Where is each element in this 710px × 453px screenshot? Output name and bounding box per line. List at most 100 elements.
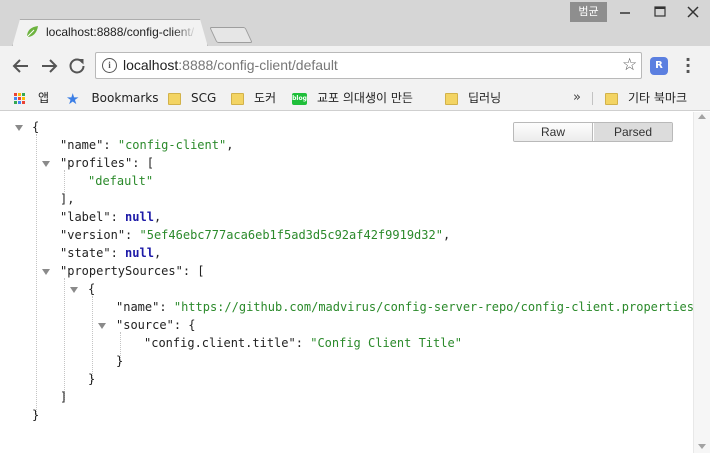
json-value-string: 5ef46ebc777aca6eb1f5ad3d5c92af42f9919d32 bbox=[146, 228, 436, 242]
bookmark-label: 도커 bbox=[254, 91, 277, 105]
json-key: label bbox=[67, 210, 104, 224]
raw-button[interactable]: Raw bbox=[514, 123, 593, 141]
reload-button[interactable] bbox=[68, 57, 86, 75]
json-row-profiles: "profiles": [ bbox=[60, 156, 154, 170]
json-open-brace: { bbox=[32, 120, 40, 134]
tab-title: localhost:8888/config-client/default bbox=[46, 25, 194, 39]
minimize-icon bbox=[620, 12, 630, 14]
bookmark-docker[interactable]: 도커 bbox=[231, 89, 276, 107]
collapse-arrow-icon[interactable] bbox=[98, 323, 106, 329]
json-value-string: default bbox=[95, 174, 146, 188]
reload-icon bbox=[69, 58, 85, 74]
json-viewer: Raw Parsed { "name": "config-client", "p… bbox=[0, 112, 710, 453]
json-key: propertySources bbox=[67, 264, 176, 278]
folder-icon bbox=[605, 92, 618, 105]
forward-icon bbox=[42, 59, 58, 73]
collapse-arrow-icon[interactable] bbox=[42, 161, 50, 167]
browser-toolbar: i localhost:8888/config-client/default ☆… bbox=[0, 46, 710, 85]
json-key: config.client.title bbox=[151, 336, 289, 350]
json-row-version: "version": "5ef46ebc777aca6eb1f5ad3d5c92… bbox=[60, 228, 451, 242]
json-row-name: "name": "config-client", bbox=[60, 138, 234, 152]
json-row-config-title: "config.client.title": "Config Client Ti… bbox=[144, 336, 462, 350]
json-value-string: Config Client Title bbox=[317, 336, 455, 350]
info-icon[interactable]: i bbox=[102, 58, 117, 73]
json-row-source-name: "name": "https://github.com/madvirus/con… bbox=[116, 300, 708, 314]
folder-icon bbox=[231, 92, 244, 105]
bookmark-other[interactable]: 기타 북마크 bbox=[605, 89, 687, 107]
bookmark-label: 기타 북마크 bbox=[628, 91, 688, 105]
json-close-bracket: ] bbox=[60, 390, 68, 404]
browser-tab[interactable]: localhost:8888/config-client/default bbox=[12, 19, 208, 47]
collapse-arrow-icon[interactable] bbox=[70, 287, 78, 293]
folder-icon bbox=[168, 92, 181, 105]
close-button[interactable] bbox=[676, 2, 710, 22]
scroll-down-icon[interactable] bbox=[698, 444, 706, 449]
url-path: :8888/config-client/default bbox=[178, 57, 338, 73]
bookmark-scg[interactable]: SCG bbox=[168, 89, 216, 107]
json-close-brace: } bbox=[116, 354, 124, 368]
title-bar: localhost:8888/config-client/default 범균 bbox=[0, 0, 710, 47]
bookmark-label: 교포 의대생이 만든 bbox=[317, 91, 413, 105]
close-icon bbox=[687, 6, 699, 18]
indent-guide bbox=[64, 278, 65, 400]
url-text[interactable]: localhost:8888/config-client/default bbox=[123, 57, 338, 73]
json-close-brace: } bbox=[88, 372, 96, 386]
json-value-null: null bbox=[125, 210, 154, 224]
ime-indicator: 범균 bbox=[570, 2, 607, 22]
parsed-button[interactable]: Parsed bbox=[594, 123, 672, 141]
bookmark-apps-label: 앱 bbox=[38, 91, 50, 105]
bookmark-label: Bookmarks bbox=[91, 91, 159, 105]
json-row-state: "state": null, bbox=[60, 246, 162, 260]
scroll-up-icon[interactable] bbox=[698, 114, 706, 119]
leaf-favicon bbox=[26, 26, 38, 38]
json-row-label: "label": null, bbox=[60, 210, 162, 224]
json-value-string: https://github.com/madvirus/config-serve… bbox=[181, 300, 695, 314]
json-key: name bbox=[123, 300, 153, 314]
url-host: localhost bbox=[123, 57, 179, 73]
bookmark-deeplearning[interactable]: 딥러닝 bbox=[445, 89, 501, 107]
bookmark-apps[interactable]: 앱 bbox=[14, 89, 49, 107]
forward-button[interactable] bbox=[40, 57, 58, 75]
folder-icon bbox=[445, 92, 458, 105]
json-close-brace: } bbox=[32, 408, 40, 422]
bookmark-blog[interactable]: blog 교포 의대생이 만든 bbox=[292, 89, 413, 107]
json-row-property-sources: "propertySources": [ bbox=[60, 264, 205, 278]
json-value-null: null bbox=[125, 246, 154, 260]
star-icon[interactable]: ☆ bbox=[622, 55, 637, 75]
bookmarks-overflow-button[interactable]: » bbox=[573, 89, 581, 107]
view-toggle: Raw Parsed bbox=[513, 122, 673, 142]
json-row-source: "source": { bbox=[116, 318, 196, 332]
bookmark-label: 딥러닝 bbox=[468, 91, 502, 105]
collapse-arrow-icon[interactable] bbox=[42, 269, 50, 275]
blog-icon: blog bbox=[292, 92, 307, 105]
bookmarks-bar: 앱 ★ Bookmarks SCG 도커 blog 교포 의대생이 만든 딥러닝 »… bbox=[0, 85, 710, 111]
json-close-bracket: ], bbox=[60, 192, 75, 206]
menu-icon[interactable]: · · · bbox=[683, 52, 693, 80]
tab-title-fade bbox=[173, 23, 197, 41]
json-key: state bbox=[67, 246, 104, 260]
bookmark-star-icon: ★ bbox=[66, 89, 80, 108]
ext-r-icon[interactable]: R bbox=[650, 57, 668, 75]
back-icon bbox=[12, 59, 28, 73]
json-row-profile-item: "default" bbox=[88, 174, 154, 188]
vertical-scrollbar[interactable] bbox=[693, 112, 710, 453]
collapse-arrow-icon[interactable] bbox=[15, 125, 23, 131]
indent-guide bbox=[64, 170, 65, 192]
json-value-string: config-client bbox=[125, 138, 219, 152]
back-button[interactable] bbox=[12, 57, 30, 75]
json-key: name bbox=[67, 138, 97, 152]
json-open-brace: { bbox=[88, 282, 96, 296]
json-key: source bbox=[123, 318, 167, 332]
indent-guide bbox=[36, 134, 37, 416]
json-key: version bbox=[67, 228, 118, 242]
maximize-icon bbox=[654, 6, 666, 17]
bookmarks-separator bbox=[592, 92, 593, 105]
address-bar[interactable]: i localhost:8888/config-client/default ☆ bbox=[95, 52, 642, 79]
maximize-button[interactable] bbox=[643, 2, 677, 22]
bookmark-bookmarks[interactable]: ★ Bookmarks bbox=[66, 89, 159, 108]
minimize-button[interactable] bbox=[608, 2, 642, 22]
new-tab-button[interactable] bbox=[209, 27, 253, 43]
apps-grid-icon bbox=[14, 92, 26, 105]
json-key: profiles bbox=[67, 156, 126, 170]
bookmark-label: SCG bbox=[191, 91, 217, 105]
